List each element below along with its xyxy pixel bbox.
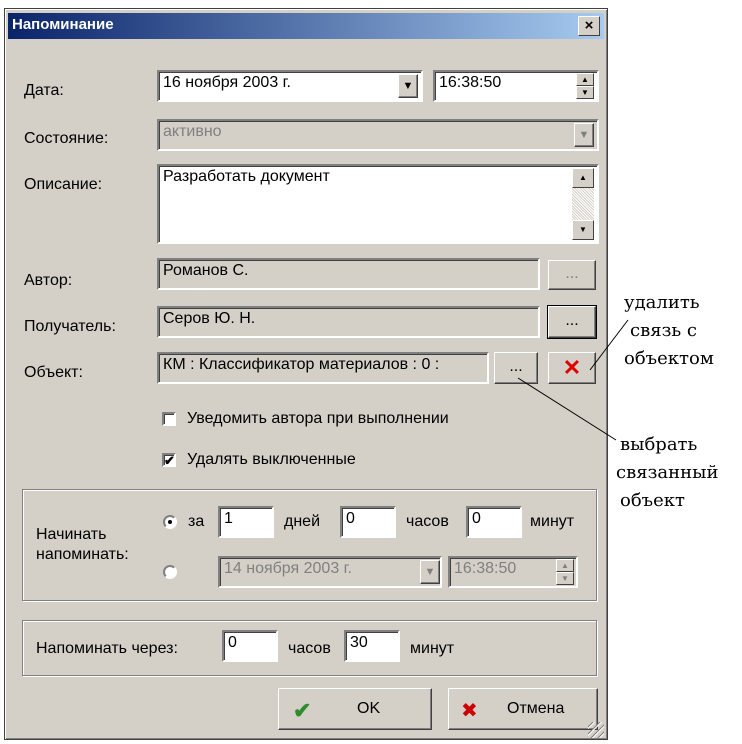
pointer-select-line	[517, 377, 617, 441]
annotation-pointers	[517, 319, 629, 441]
pointer-delete-line	[589, 319, 629, 371]
